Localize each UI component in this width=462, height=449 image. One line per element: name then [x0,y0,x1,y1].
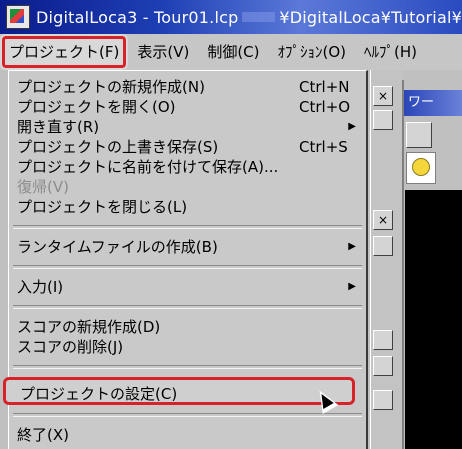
submenu-arrow-icon: ▶ [348,241,356,252]
menu-item-revert: 復帰(V) [9,177,366,197]
menu-project[interactable]: プロジェクト(F) [0,34,129,70]
close-icon[interactable]: × [373,210,393,230]
menu-separator [13,225,362,229]
shortcut-label: Ctrl+O [299,98,351,116]
menu-item-open-project[interactable]: プロジェクトを開く(O) Ctrl+O [9,97,366,117]
close-icon[interactable]: × [373,86,393,106]
menu-item-label: プロジェクトに名前を付けて保存(A)... [17,158,279,176]
window-title-left: DigitalLoca3 - Tour01.lcp [36,7,239,27]
menu-item-label: プロジェクトを開く(O) [17,98,176,116]
menu-item-label: プロジェクトを閉じる(L) [17,198,188,216]
menu-item-label: ランタイムファイルの作成(B) [17,238,218,256]
panel-button[interactable] [373,390,393,410]
menu-item-label: スコアの削除(J) [17,338,124,356]
app-icon [6,5,30,29]
panel-button[interactable] [373,330,393,350]
stage-area [405,190,462,449]
menu-item-exit[interactable]: 終了(X) [9,425,366,445]
menu-item-new-project[interactable]: プロジェクトの新規作成(N) Ctrl+N [9,77,366,97]
menu-item-label: 入力(I) [17,278,64,296]
window-title-right: ¥DigitalLoca¥Tutorial¥ [279,7,462,27]
menu-help[interactable]: ﾍﾙﾌﾟ(H) [355,34,426,70]
menu-separator [13,413,362,417]
menu-bar: プロジェクト(F) 表示(V) 制御(C) ｵﾌﾟｼｮﾝ(O) ﾍﾙﾌﾟ(H) [0,34,462,70]
menu-item-save[interactable]: プロジェクトの上書き保存(S) Ctrl+S [9,137,366,157]
shortcut-label: Ctrl+S [299,138,348,156]
tool-button[interactable] [406,122,432,148]
menu-item-label: 開き直す(R) [17,118,100,136]
menu-item-project-settings[interactable]: プロジェクトの設定(C) [3,377,355,405]
shortcut-label: Ctrl+N [299,78,350,96]
menu-item-new-score[interactable]: スコアの新規作成(D) [9,317,366,337]
menu-item-label: スコアの新規作成(D) [17,318,161,336]
menu-separator [13,265,362,269]
menu-item-label: プロジェクトの設定(C) [20,385,178,403]
menu-item-label: 終了(X) [17,426,69,444]
restore-icon[interactable] [373,236,393,256]
menu-item-input[interactable]: 入力(I) ▶ [9,277,366,297]
menu-separator [13,365,362,369]
bulb-icon [412,158,430,176]
submenu-arrow-icon: ▶ [348,281,356,292]
menu-options[interactable]: ｵﾌﾟｼｮﾝ(O) [269,34,356,70]
menu-separator [13,305,362,309]
restore-icon[interactable] [373,110,393,130]
menu-item-label: プロジェクトの上書き保存(S) [17,138,219,156]
menu-item-reopen[interactable]: 開き直す(R) ▶ [9,117,366,137]
menu-item-delete-score[interactable]: スコアの削除(J) [9,337,366,357]
menu-view[interactable]: 表示(V) [128,34,198,70]
title-redacted [242,12,276,22]
menu-item-create-runtime[interactable]: ランタイムファイルの作成(B) ▶ [9,237,366,257]
inner-window-title: ワー [404,90,462,116]
menu-item-label: 復帰(V) [17,178,69,196]
menu-control[interactable]: 制御(C) [198,34,268,70]
title-bar: DigitalLoca3 - Tour01.lcp ¥DigitalLoca¥T… [0,0,462,34]
panel-button[interactable] [373,356,393,376]
menu-item-label: プロジェクトの新規作成(N) [17,78,205,96]
menu-item-save-as[interactable]: プロジェクトに名前を付けて保存(A)... [9,157,366,177]
menu-item-close-project[interactable]: プロジェクトを閉じる(L) [9,197,366,217]
submenu-arrow-icon: ▶ [348,121,356,132]
